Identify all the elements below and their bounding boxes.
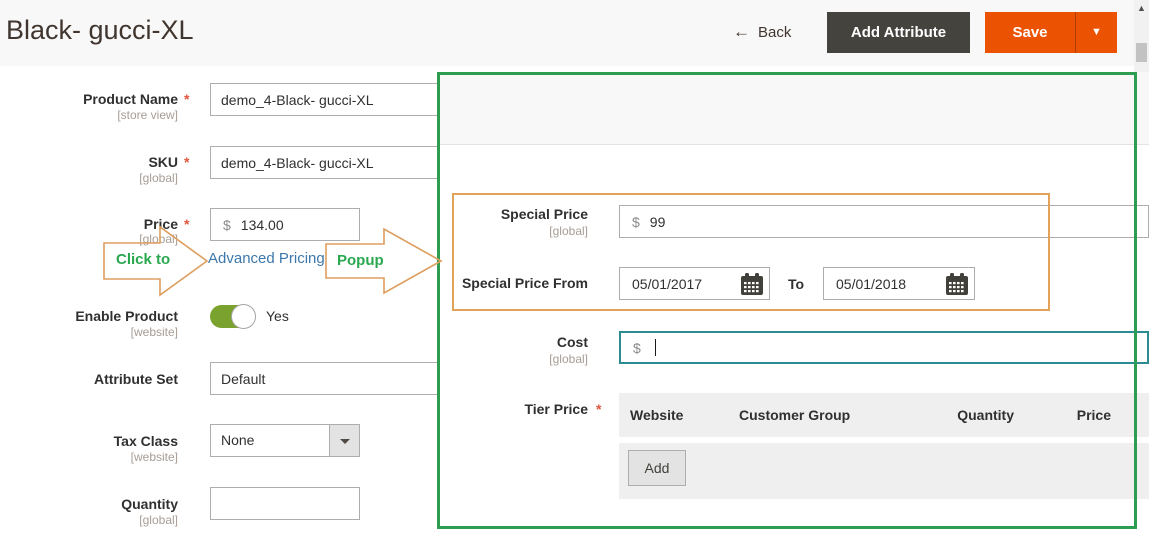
tier-header-price: Price — [1014, 407, 1111, 423]
enable-product-state: Yes — [266, 308, 289, 324]
vertical-scrollbar[interactable]: ▲ — [1134, 0, 1149, 72]
save-label[interactable]: Save — [985, 12, 1075, 53]
sku-required-star: * — [184, 154, 189, 170]
tier-price-required-star: * — [596, 401, 601, 417]
click-to-annotation-text: Click to — [116, 251, 170, 268]
special-price-to-value[interactable]: 05/01/2018 — [824, 276, 945, 292]
quantity-scope: [global] — [0, 513, 178, 527]
special-price-scope: [global] — [438, 224, 588, 238]
special-price-to-date-field[interactable]: 05/01/2018 — [823, 267, 975, 300]
price-label: Price — [0, 216, 178, 232]
sku-label: SKU — [0, 154, 178, 170]
tax-class-label: Tax Class — [0, 433, 178, 449]
tier-header-quantity: Quantity — [899, 407, 1014, 423]
special-price-from-value[interactable]: 05/01/2017 — [620, 276, 740, 292]
attribute-set-label: Attribute Set — [0, 371, 178, 387]
advanced-pricing-popup: Special Price [global] $ Special Price F… — [438, 72, 1149, 533]
enable-product-label: Enable Product — [0, 308, 178, 324]
special-price-from-label: Special Price From — [438, 275, 588, 291]
to-label: To — [788, 276, 804, 292]
tier-header-website: Website — [619, 407, 739, 423]
advanced-pricing-link[interactable]: Advanced Pricing — [208, 250, 325, 267]
cost-input[interactable] — [658, 340, 1147, 356]
add-attribute-button[interactable]: Add Attribute — [827, 12, 970, 53]
tax-class-scope: [website] — [0, 450, 178, 464]
tier-price-add-button[interactable]: Add — [628, 450, 686, 486]
enable-product-scope: [website] — [0, 325, 178, 339]
price-currency-symbol: $ — [211, 217, 241, 233]
back-button[interactable]: ← Back — [733, 22, 791, 42]
price-scope: [global] — [0, 232, 178, 246]
tax-class-value: None — [221, 432, 254, 448]
toggle-knob — [231, 304, 256, 329]
sku-input[interactable] — [210, 146, 465, 179]
attribute-set-input[interactable] — [210, 362, 465, 395]
tier-price-table-header: Website Customer Group Quantity Price — [619, 393, 1149, 437]
scrollbar-thumb[interactable] — [1136, 43, 1147, 62]
product-edit-page: Black- gucci-XL ← Back Add Attribute Save… — [0, 0, 1149, 533]
special-price-currency-symbol: $ — [620, 214, 650, 230]
special-price-label: Special Price — [438, 206, 588, 222]
popup-annotation-text: Popup — [337, 252, 384, 269]
price-input[interactable] — [241, 217, 359, 233]
quantity-label: Quantity — [0, 496, 178, 512]
special-price-field: $ — [619, 205, 1149, 238]
price-field: $ — [210, 208, 360, 241]
cost-currency-symbol: $ — [621, 340, 651, 356]
calendar-icon[interactable] — [740, 272, 764, 296]
product-name-required-star: * — [184, 91, 189, 107]
special-price-from-date-field[interactable]: 05/01/2017 — [619, 267, 770, 300]
back-label: Back — [758, 24, 791, 41]
tier-price-table: Website Customer Group Quantity Price Ad… — [619, 393, 1149, 499]
quantity-input[interactable] — [210, 487, 360, 520]
text-cursor — [655, 339, 656, 356]
tax-class-dropdown-button[interactable] — [329, 425, 359, 456]
tax-class-select[interactable]: None — [210, 424, 360, 457]
chevron-down-icon — [340, 439, 350, 444]
popup-top-band — [438, 72, 1149, 145]
special-price-input[interactable] — [650, 214, 1148, 230]
calendar-icon[interactable] — [945, 272, 969, 296]
enable-product-toggle[interactable] — [210, 305, 255, 328]
cost-field: $ — [619, 331, 1149, 364]
sku-scope: [global] — [0, 171, 178, 185]
product-name-label: Product Name — [0, 91, 178, 107]
save-dropdown-caret-icon[interactable]: ▼ — [1076, 12, 1117, 53]
page-title: Black- gucci-XL — [6, 15, 194, 46]
tier-price-label: Tier Price — [438, 401, 588, 417]
cost-label: Cost — [438, 334, 588, 350]
save-button[interactable]: Save ▼ — [985, 12, 1117, 53]
scroll-up-icon[interactable]: ▲ — [1134, 1, 1149, 15]
back-arrow-icon: ← — [733, 22, 750, 41]
tier-price-table-body: Add — [619, 443, 1149, 499]
product-name-input[interactable] — [210, 83, 465, 116]
tier-header-customer-group: Customer Group — [739, 407, 899, 423]
cost-scope: [global] — [438, 352, 588, 366]
product-name-scope: [store view] — [0, 108, 178, 122]
price-required-star: * — [184, 216, 189, 232]
